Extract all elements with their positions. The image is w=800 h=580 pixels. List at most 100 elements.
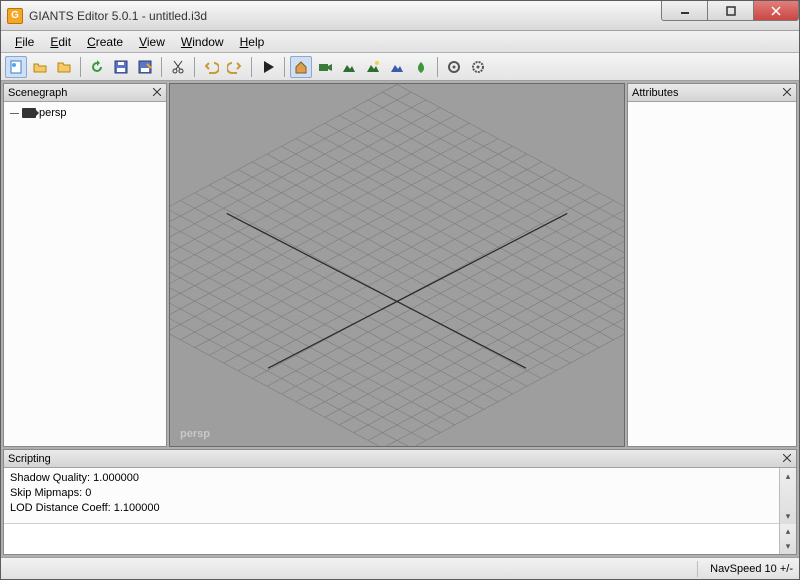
cut-button[interactable]	[167, 56, 189, 78]
cut-icon	[170, 59, 186, 75]
foliage-button[interactable]	[410, 56, 432, 78]
scroll-up-button[interactable]: ▴	[780, 524, 796, 539]
gear1-button[interactable]	[443, 56, 465, 78]
camera-button[interactable]	[314, 56, 336, 78]
close-icon	[783, 88, 791, 96]
terrain2-button[interactable]	[362, 56, 384, 78]
toolbar	[1, 53, 799, 81]
toolbar-separator	[251, 57, 252, 77]
menu-create[interactable]: Create	[79, 33, 131, 51]
maximize-button[interactable]	[707, 1, 753, 21]
minimize-button[interactable]	[661, 1, 707, 21]
save-button[interactable]	[110, 56, 132, 78]
menu-edit[interactable]: Edit	[42, 33, 79, 51]
close-button[interactable]	[753, 1, 799, 21]
viewport-3d[interactable]: persp	[169, 83, 625, 447]
camera-icon	[317, 59, 333, 75]
tree-item-persp[interactable]: persp	[6, 106, 164, 120]
scripting-wrap: Scripting Shadow Quality: 1.000000 Skip …	[1, 449, 799, 557]
undo-button[interactable]	[200, 56, 222, 78]
terrain1-button[interactable]	[338, 56, 360, 78]
scroll-down-button[interactable]: ▾	[780, 508, 796, 524]
gear-icon	[470, 59, 486, 75]
toolbar-separator	[194, 57, 195, 77]
log-line: Shadow Quality: 1.000000	[10, 471, 773, 486]
scenegraph-header: Scenegraph	[4, 84, 166, 102]
paint-landscape-icon	[389, 59, 405, 75]
toolbar-separator	[80, 57, 81, 77]
scripting-close-button[interactable]	[780, 451, 794, 465]
play-icon	[260, 59, 276, 75]
open-button[interactable]	[29, 56, 51, 78]
window-controls	[661, 1, 799, 21]
close-icon	[153, 88, 161, 96]
scenegraph-close-button[interactable]	[150, 85, 164, 99]
main-area: Scenegraph persp	[1, 81, 799, 449]
attributes-title: Attributes	[632, 87, 678, 99]
scroll-up-button[interactable]: ▴	[780, 468, 796, 484]
toolbar-separator	[161, 57, 162, 77]
scenegraph-panel: Scenegraph persp	[3, 83, 167, 447]
scripting-panel: Scripting Shadow Quality: 1.000000 Skip …	[3, 449, 797, 555]
paint-terrain-button[interactable]	[386, 56, 408, 78]
scripting-scrollbar[interactable]: ▴ ▾	[779, 468, 796, 524]
tree-expand-icon[interactable]	[10, 109, 19, 118]
app-icon: G	[7, 8, 23, 24]
close-icon	[783, 454, 791, 462]
window-title: GIANTS Editor 5.0.1 - untitled.i3d	[29, 9, 207, 23]
open-recent-button[interactable]	[53, 56, 75, 78]
home-icon	[293, 59, 309, 75]
menu-help[interactable]: Help	[232, 33, 273, 51]
app-window: G GIANTS Editor 5.0.1 - untitled.i3d Fil…	[0, 0, 800, 580]
grid-plane	[170, 84, 624, 446]
save-as-icon	[137, 59, 153, 75]
close-icon	[771, 6, 781, 16]
scripting-title: Scripting	[8, 453, 51, 465]
menu-view[interactable]: View	[131, 33, 173, 51]
scenegraph-tree[interactable]: persp	[4, 102, 166, 124]
redo-icon	[227, 59, 243, 75]
tree-item-label: persp	[39, 107, 67, 119]
gear2-button[interactable]	[467, 56, 489, 78]
scenegraph-title: Scenegraph	[8, 87, 67, 99]
scripting-input[interactable]	[4, 524, 779, 554]
status-left	[7, 561, 698, 577]
attributes-body	[628, 102, 796, 446]
redo-button[interactable]	[224, 56, 246, 78]
gear-icon	[446, 59, 462, 75]
reload-button[interactable]	[86, 56, 108, 78]
new-file-icon	[8, 59, 24, 75]
viewport-camera-label: persp	[180, 428, 210, 440]
log-line: LOD Distance Coeff: 1.100000	[10, 501, 773, 516]
folder-icon	[56, 59, 72, 75]
attributes-close-button[interactable]	[780, 85, 794, 99]
foliage-icon	[413, 59, 429, 75]
save-icon	[113, 59, 129, 75]
new-button[interactable]	[5, 56, 27, 78]
scripting-text: Shadow Quality: 1.000000 Skip Mipmaps: 0…	[4, 468, 779, 524]
menu-file[interactable]: File	[7, 33, 42, 51]
mountain-icon	[341, 59, 357, 75]
scripting-input-row: ▴ ▾	[4, 524, 796, 554]
status-navspeed: NavSpeed 10 +/-	[698, 563, 793, 575]
reload-icon	[89, 59, 105, 75]
toolbar-separator	[284, 57, 285, 77]
menu-window[interactable]: Window	[173, 33, 232, 51]
titlebar: G GIANTS Editor 5.0.1 - untitled.i3d	[1, 1, 799, 31]
landscape-icon	[365, 59, 381, 75]
undo-icon	[203, 59, 219, 75]
play-button[interactable]	[257, 56, 279, 78]
statusbar: NavSpeed 10 +/-	[1, 557, 799, 579]
scripting-header: Scripting	[4, 450, 796, 468]
home-button[interactable]	[290, 56, 312, 78]
save-as-button[interactable]	[134, 56, 156, 78]
minimize-icon	[680, 6, 690, 16]
attributes-panel: Attributes	[627, 83, 797, 447]
scripting-input-scrollbar[interactable]: ▴ ▾	[779, 524, 796, 554]
attributes-header: Attributes	[628, 84, 796, 102]
log-line: Skip Mipmaps: 0	[10, 486, 773, 501]
scripting-output: Shadow Quality: 1.000000 Skip Mipmaps: 0…	[4, 468, 796, 524]
folder-open-icon	[32, 59, 48, 75]
toolbar-separator	[437, 57, 438, 77]
scroll-down-button[interactable]: ▾	[780, 539, 796, 554]
